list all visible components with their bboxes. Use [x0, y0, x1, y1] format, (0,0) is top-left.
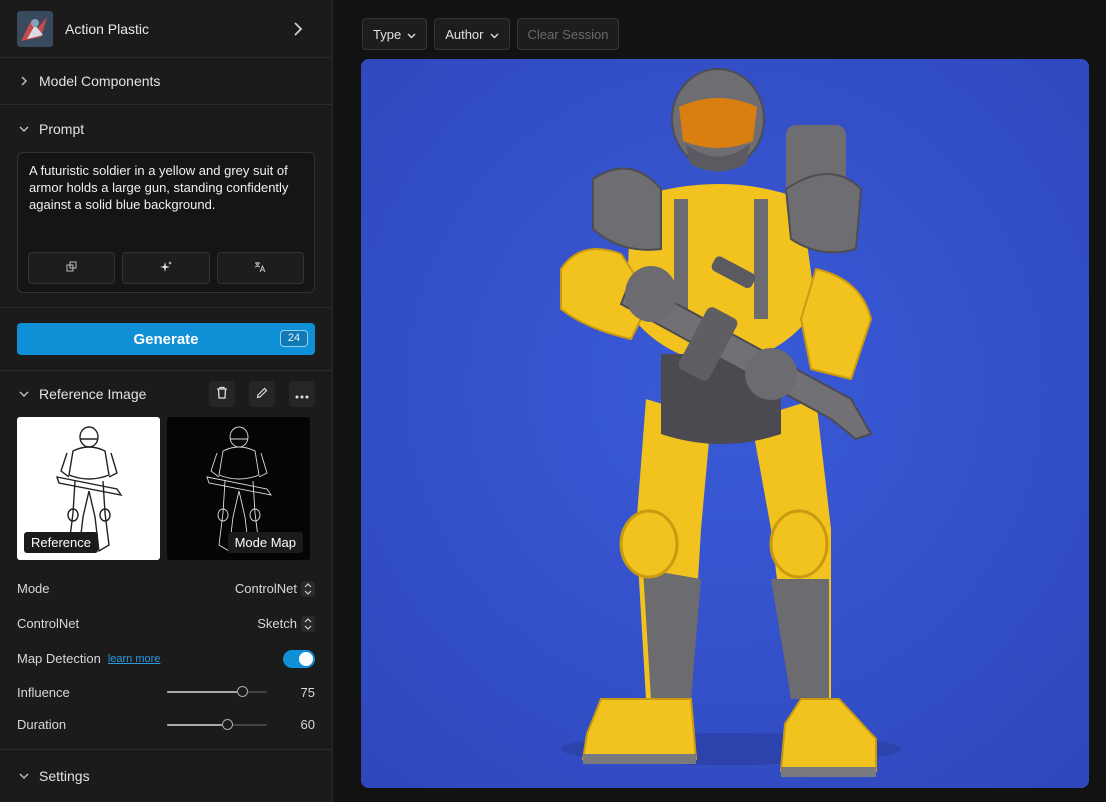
model-thumbnail: [17, 10, 53, 47]
mode-value: ControlNet: [234, 581, 297, 596]
sidebar: Action Plastic Model Components Prompt A…: [0, 0, 333, 802]
generate-section: Generate 24: [0, 308, 332, 371]
trash-icon: [216, 386, 228, 402]
reference-tag: Reference: [24, 532, 98, 553]
more-options-button[interactable]: [289, 381, 315, 407]
duration-label: Duration: [17, 717, 67, 732]
prompt-box: A futuristic soldier in a yellow and gre…: [17, 152, 315, 293]
controlnet-select[interactable]: Sketch: [257, 615, 315, 632]
duration-value: 60: [300, 717, 315, 732]
slider-fill: [167, 723, 222, 726]
influence-value: 75: [300, 684, 315, 700]
reference-image-label: Reference Image: [39, 386, 147, 402]
sparkle-icon: [159, 260, 172, 276]
influence-slider[interactable]: [167, 686, 267, 698]
slider-handle[interactable]: [222, 718, 233, 730]
influence-label: Influence: [17, 684, 70, 700]
toggle-knob: [299, 651, 313, 666]
duration-row: Duration 60: [0, 708, 332, 741]
controlnet-row: ControlNet Sketch: [0, 606, 332, 641]
clear-session-button[interactable]: Clear Session: [516, 18, 620, 50]
prompt-input[interactable]: A futuristic soldier in a yellow and gre…: [29, 162, 303, 248]
author-filter-button[interactable]: Author: [434, 18, 510, 50]
settings-label: Settings: [39, 768, 90, 784]
learn-more-link[interactable]: learn more: [108, 653, 283, 665]
slider-fill: [167, 691, 237, 693]
generate-button[interactable]: Generate 24: [17, 323, 315, 355]
chevron-down-icon: [490, 27, 499, 42]
delete-reference-button[interactable]: [209, 381, 235, 407]
prompt-label: Prompt: [39, 120, 85, 137]
more-icon: [295, 387, 309, 402]
toolbar: Type Author Clear Session: [362, 18, 620, 50]
credits-badge: 24: [280, 330, 308, 347]
updown-icon: [301, 615, 315, 632]
translate-icon: [254, 261, 266, 276]
chevron-down-icon: [17, 122, 31, 136]
mode-label: Mode: [17, 581, 50, 596]
pencil-icon: [256, 387, 268, 402]
map-detection-toggle[interactable]: [283, 649, 315, 668]
mode-select[interactable]: ControlNet: [234, 580, 315, 597]
enhance-prompt-button[interactable]: [122, 252, 210, 284]
mode-row: Mode ControlNet: [0, 571, 332, 606]
slider-handle[interactable]: [237, 686, 248, 697]
mode-map-tag: Mode Map: [227, 532, 303, 553]
author-filter-label: Author: [445, 26, 484, 42]
translate-prompt-button[interactable]: [216, 252, 304, 284]
copy-icon: [66, 261, 78, 276]
type-filter-button[interactable]: Type: [362, 18, 428, 50]
reference-image-header: Reference Image: [0, 371, 332, 417]
prompt-section: Prompt A futuristic soldier in a yellow …: [0, 105, 332, 308]
map-detection-row: Map Detection learn more: [0, 641, 332, 676]
model-name: Action Plastic: [65, 20, 150, 37]
chevron-down-icon[interactable]: [17, 387, 31, 401]
model-components-label: Model Components: [39, 73, 161, 89]
generated-image[interactable]: [361, 59, 1089, 788]
chevron-down-icon: [407, 27, 416, 42]
reference-image-thumb[interactable]: Reference: [17, 417, 160, 560]
model-components-toggle[interactable]: Model Components: [0, 58, 332, 105]
chevron-right-icon: [17, 74, 31, 88]
chevron-right-icon: [291, 21, 305, 36]
controlnet-value: Sketch: [257, 616, 297, 631]
controlnet-label: ControlNet: [17, 616, 80, 631]
copy-prompt-button[interactable]: [28, 252, 116, 284]
updown-icon: [301, 580, 315, 597]
mode-map-thumb[interactable]: Mode Map: [167, 417, 310, 560]
duration-slider[interactable]: [167, 718, 267, 731]
prompt-toggle[interactable]: Prompt: [0, 105, 332, 152]
edit-reference-button[interactable]: [249, 381, 275, 407]
chevron-down-icon: [17, 769, 31, 783]
clear-session-label: Clear Session: [527, 26, 609, 42]
type-filter-label: Type: [373, 26, 402, 42]
model-selector[interactable]: Action Plastic: [0, 0, 332, 58]
generate-label: Generate: [133, 330, 199, 348]
soldier-render-image: [361, 59, 1089, 788]
influence-row: Influence 75: [0, 676, 332, 708]
reference-image-section: Reference Image Reference Mode Map Mode …: [0, 371, 332, 741]
settings-toggle[interactable]: Settings: [0, 749, 332, 802]
map-detection-label: Map Detection: [17, 651, 101, 666]
